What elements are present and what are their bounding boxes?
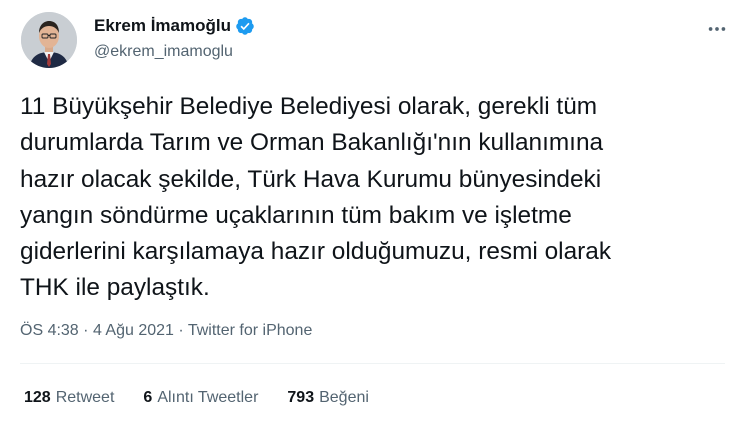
quotes-count: 6 [143,389,153,406]
tweet-text: 11 Büyükşehir Belediye Belediyesi olarak… [20,93,612,302]
more-options-button[interactable] [700,14,734,48]
likes-count: 793 [287,389,315,406]
divider [20,363,725,364]
tweet-date[interactable]: 4 Ağu 2021 [93,322,174,339]
retweets-stat[interactable]: 128 Retweet [20,389,114,407]
more-dots-icon [706,18,728,45]
retweets-count: 128 [24,389,51,406]
likes-label: Beğeni [319,389,369,406]
author-name[interactable]: Ekrem İmamoğlu [94,16,255,36]
tweet-card: Ekrem İmamoğlu @ekrem_imamoglu 11 Büyükş… [0,0,745,432]
meta-separator: · [83,322,93,339]
meta-separator: · [178,322,188,339]
verified-badge-icon [235,16,255,36]
tweet-meta: ÖS 4:38 · 4 Ağu 2021 · Twitter for iPhon… [20,322,312,340]
retweets-label: Retweet [55,389,115,406]
author-name-text: Ekrem İmamoğlu [94,16,231,35]
quotes-label: Alıntı Tweetler [157,389,259,406]
avatar[interactable] [21,12,77,68]
quotes-stat[interactable]: 6 Alıntı Tweetler [139,389,258,407]
likes-stat[interactable]: 793 Beğeni [283,389,369,407]
author-handle[interactable]: @ekrem_imamoglu [94,43,233,61]
tweet-source[interactable]: Twitter for iPhone [188,322,313,339]
tweet-stats: 128 Retweet 6 Alıntı Tweetler 793 Beğeni [20,389,394,407]
tweet-time[interactable]: ÖS 4:38 [20,322,79,339]
